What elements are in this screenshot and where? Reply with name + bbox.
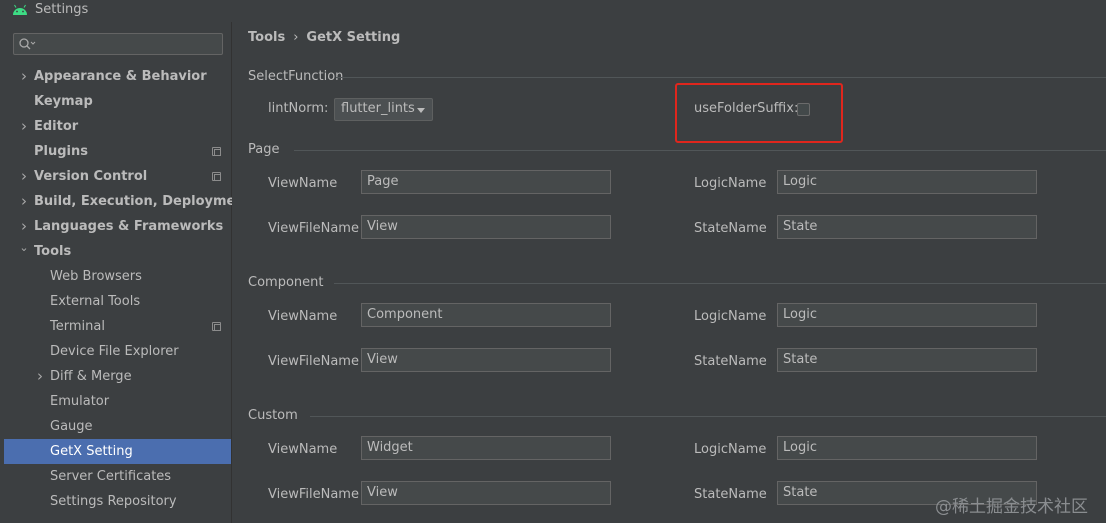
sidebar-item-build-execution-deployment[interactable]: › Build, Execution, Deployment: [4, 189, 251, 214]
logic-name-input[interactable]: Logic: [777, 436, 1037, 460]
view-file-name-input[interactable]: View: [361, 348, 611, 372]
view-file-name-label: ViewFileName: [268, 487, 359, 502]
state-name-label: StateName: [694, 487, 767, 502]
sidebar-item-label: Settings Repository: [50, 494, 177, 509]
sidebar-item-plugins[interactable]: Plugins: [4, 139, 231, 164]
sidebar-item-label: Web Browsers: [50, 269, 142, 284]
sidebar-item-label: Version Control: [34, 169, 148, 184]
sidebar-item-appearance-behavior[interactable]: › Appearance & Behavior: [4, 64, 231, 89]
sidebar-item-settings-repository[interactable]: Settings Repository: [4, 489, 231, 514]
sidebar-item-label: Server Certificates: [50, 469, 172, 484]
view-file-name-label: ViewFileName: [268, 221, 359, 236]
chevron-right-icon[interactable]: ›: [18, 114, 30, 139]
chevron-right-icon[interactable]: ›: [18, 64, 30, 89]
view-name-label: ViewName: [268, 176, 338, 191]
lint-norm-dropdown[interactable]: flutter_lints: [334, 98, 433, 121]
settings-search[interactable]: [13, 33, 223, 55]
window-title: Settings: [35, 2, 89, 17]
state-name-label: StateName: [694, 221, 767, 236]
section-divider: [310, 416, 1106, 417]
breadcrumb-parent[interactable]: Tools: [248, 30, 285, 45]
search-input[interactable]: [38, 35, 218, 53]
view-file-name-label: ViewFileName: [268, 354, 359, 369]
logic-name-label: LogicName: [694, 309, 767, 324]
state-name-input[interactable]: State: [777, 215, 1037, 239]
view-file-name-input[interactable]: View: [361, 215, 611, 239]
sidebar-item-label: Keymap: [34, 94, 93, 109]
logic-name-input[interactable]: Logic: [777, 170, 1037, 194]
select-function-title: SelectFunction: [248, 69, 344, 84]
sidebar-item-tools[interactable]: ⌄ Tools: [4, 239, 231, 264]
view-name-input[interactable]: Widget: [361, 436, 611, 460]
chevron-down-icon: [417, 108, 425, 113]
state-name-input[interactable]: State: [777, 348, 1037, 372]
sidebar-item-label: Tools: [34, 244, 72, 259]
lint-norm-value: flutter_lints: [341, 101, 415, 116]
sidebar-item-device-file-explorer[interactable]: Device File Explorer: [4, 339, 231, 364]
component-section-title: Component: [248, 275, 324, 290]
sidebar-item-label: Emulator: [50, 394, 110, 409]
sidebar-item-version-control[interactable]: › Version Control: [4, 164, 231, 189]
view-name-input[interactable]: Component: [361, 303, 611, 327]
breadcrumb: Tools › GetX Setting: [248, 30, 400, 45]
view-name-label: ViewName: [268, 309, 338, 324]
section-divider: [334, 283, 1106, 284]
view-name-input[interactable]: Page: [361, 170, 611, 194]
section-divider: [336, 77, 1106, 78]
sidebar-item-external-tools[interactable]: External Tools: [4, 289, 231, 314]
sidebar-item-editor[interactable]: › Editor: [4, 114, 231, 139]
android-icon: [13, 4, 27, 15]
logic-name-label: LogicName: [694, 176, 767, 191]
custom-section-title: Custom: [248, 408, 298, 423]
logic-name-input[interactable]: Logic: [777, 303, 1037, 327]
section-divider: [294, 150, 1106, 151]
sidebar-item-diff-merge[interactable]: › Diff & Merge: [4, 364, 231, 389]
sidebar-item-label: Diff & Merge: [50, 369, 132, 384]
sidebar-item-label: Appearance & Behavior: [34, 69, 207, 84]
watermark: @稀土掘金技术社区: [935, 497, 1088, 517]
sidebar-item-label: Languages & Frameworks: [34, 219, 224, 234]
view-file-name-input[interactable]: View: [361, 481, 611, 505]
sidebar-item-label: Plugins: [34, 144, 88, 159]
state-name-label: StateName: [694, 354, 767, 369]
breadcrumb-separator: ›: [293, 30, 299, 45]
project-settings-icon: [212, 147, 221, 156]
sidebar-item-emulator[interactable]: Emulator: [4, 389, 231, 414]
page-section-title: Page: [248, 142, 280, 157]
breadcrumb-current: GetX Setting: [306, 30, 401, 45]
sidebar-item-label: GetX Setting: [50, 444, 133, 459]
chevron-down-icon[interactable]: ⌄: [18, 235, 30, 260]
sidebar-item-gauge[interactable]: Gauge: [4, 414, 231, 439]
sidebar-item-label: Terminal: [50, 319, 105, 334]
sidebar-item-keymap[interactable]: Keymap: [4, 89, 231, 114]
project-settings-icon: [212, 172, 221, 181]
annotation-highlight: [675, 83, 843, 143]
search-icon: [19, 38, 36, 50]
settings-sidebar: Settings › Appearance & Behavior Keymap › Ed…: [0, 0, 251, 523]
sidebar-item-label: Editor: [34, 119, 79, 134]
sidebar-item-label: External Tools: [50, 294, 141, 309]
lint-norm-label: lintNorm:: [268, 101, 329, 116]
sidebar-item-label: Device File Explorer: [50, 344, 179, 359]
chevron-right-icon[interactable]: ›: [18, 164, 30, 189]
chevron-right-icon[interactable]: ›: [34, 364, 46, 389]
sidebar-item-languages-frameworks[interactable]: › Languages & Frameworks: [4, 214, 231, 239]
sidebar-item-label: Gauge: [50, 419, 93, 434]
logic-name-label: LogicName: [694, 442, 767, 457]
project-settings-icon: [212, 322, 221, 331]
title-bar: Settings: [0, 0, 232, 22]
sidebar-item-terminal[interactable]: Terminal: [4, 314, 231, 339]
sidebar-item-server-certificates[interactable]: Server Certificates: [4, 464, 231, 489]
view-name-label: ViewName: [268, 442, 338, 457]
settings-content: Tools › GetX Setting SelectFunction lintNo…: [232, 0, 1106, 523]
sidebar-item-web-browsers[interactable]: Web Browsers: [4, 264, 231, 289]
chevron-right-icon[interactable]: ›: [18, 189, 30, 214]
sidebar-item-getx-setting[interactable]: GetX Setting: [4, 439, 231, 464]
sidebar-item-label: Build, Execution, Deployment: [34, 194, 251, 209]
